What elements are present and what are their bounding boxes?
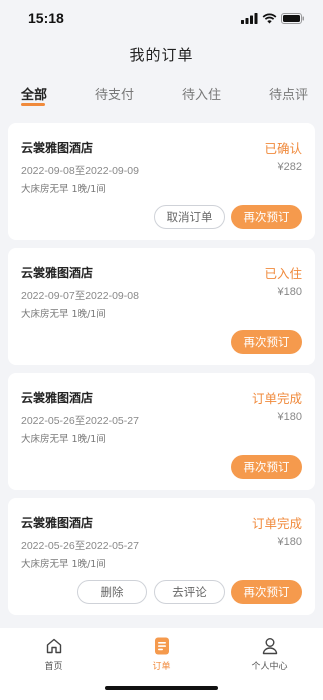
tab-pending-review[interactable]: 待点评 [269, 84, 308, 103]
nav-profile[interactable]: 个人中心 [216, 628, 323, 678]
stay-dates: 2022-05-26至2022-05-27 [21, 415, 139, 427]
tab-all[interactable]: 全部 [21, 84, 47, 103]
order-price: ¥180 [277, 286, 302, 298]
nav-profile-label: 个人中心 [251, 662, 288, 672]
hotel-name: 云裳雅图酒店 [21, 391, 94, 405]
status-icons [241, 12, 305, 24]
room-info: 大床房无早 1晚/1间 [21, 309, 106, 320]
cancel-order-button[interactable]: 取消订单 [154, 205, 225, 229]
delete-button[interactable]: 删除 [77, 580, 147, 604]
rebook-button[interactable]: 再次预订 [231, 455, 302, 479]
nav-home[interactable]: 首页 [0, 628, 107, 678]
stay-dates: 2022-09-07至2022-09-08 [21, 290, 139, 302]
user-icon [261, 636, 279, 656]
order-status: 订单完成 [251, 516, 302, 531]
nav-home-label: 首页 [44, 662, 63, 672]
order-card[interactable]: 云裳雅图酒店 已确认 2022-09-08至2022-09-09 ¥282 大床… [8, 123, 315, 240]
rebook-button[interactable]: 再次预订 [231, 580, 302, 604]
order-card[interactable]: 云裳雅图酒店 订单完成 2022-05-26至2022-05-27 ¥180 大… [8, 373, 315, 490]
order-price: ¥282 [277, 161, 302, 173]
rebook-button[interactable]: 再次预订 [231, 205, 302, 229]
room-info: 大床房无早 1晚/1间 [21, 434, 106, 445]
home-icon [45, 636, 63, 656]
order-card[interactable]: 云裳雅图酒店 已入住 2022-09-07至2022-09-08 ¥180 大床… [8, 248, 315, 365]
status-bar: 15:18 [0, 0, 323, 36]
rebook-button[interactable]: 再次预订 [231, 330, 302, 354]
order-tabs: 全部 待支付 待入住 待点评 [0, 80, 323, 110]
tab-pending-payment[interactable]: 待支付 [95, 84, 134, 103]
hotel-name: 云裳雅图酒店 [21, 141, 94, 155]
hotel-name: 云裳雅图酒店 [21, 516, 94, 530]
order-status: 订单完成 [251, 391, 302, 406]
stay-dates: 2022-09-08至2022-09-09 [21, 165, 139, 177]
review-button[interactable]: 去评论 [154, 580, 225, 604]
nav-orders[interactable]: 订单 [108, 628, 215, 678]
nav-orders-label: 订单 [152, 662, 171, 672]
tab-pending-checkin[interactable]: 待入住 [182, 84, 221, 103]
battery-icon [281, 12, 304, 24]
signal-icon [241, 12, 258, 24]
order-card[interactable]: 云裳雅图酒店 订单完成 2022-05-26至2022-05-27 ¥180 大… [8, 498, 315, 615]
room-info: 大床房无早 1晚/1间 [21, 184, 106, 195]
status-time: 15:18 [28, 10, 64, 26]
hotel-name: 云裳雅图酒店 [21, 266, 94, 280]
order-status: 已入住 [264, 266, 302, 281]
order-icon [154, 636, 170, 656]
active-tab-indicator [21, 103, 45, 106]
order-status: 已确认 [264, 141, 302, 156]
order-price: ¥180 [277, 536, 302, 548]
room-info: 大床房无早 1晚/1间 [21, 559, 106, 570]
page-title: 我的订单 [129, 46, 194, 64]
order-price: ¥180 [277, 411, 302, 423]
home-indicator [105, 686, 218, 690]
stay-dates: 2022-05-26至2022-05-27 [21, 540, 139, 552]
wifi-icon [262, 13, 277, 23]
